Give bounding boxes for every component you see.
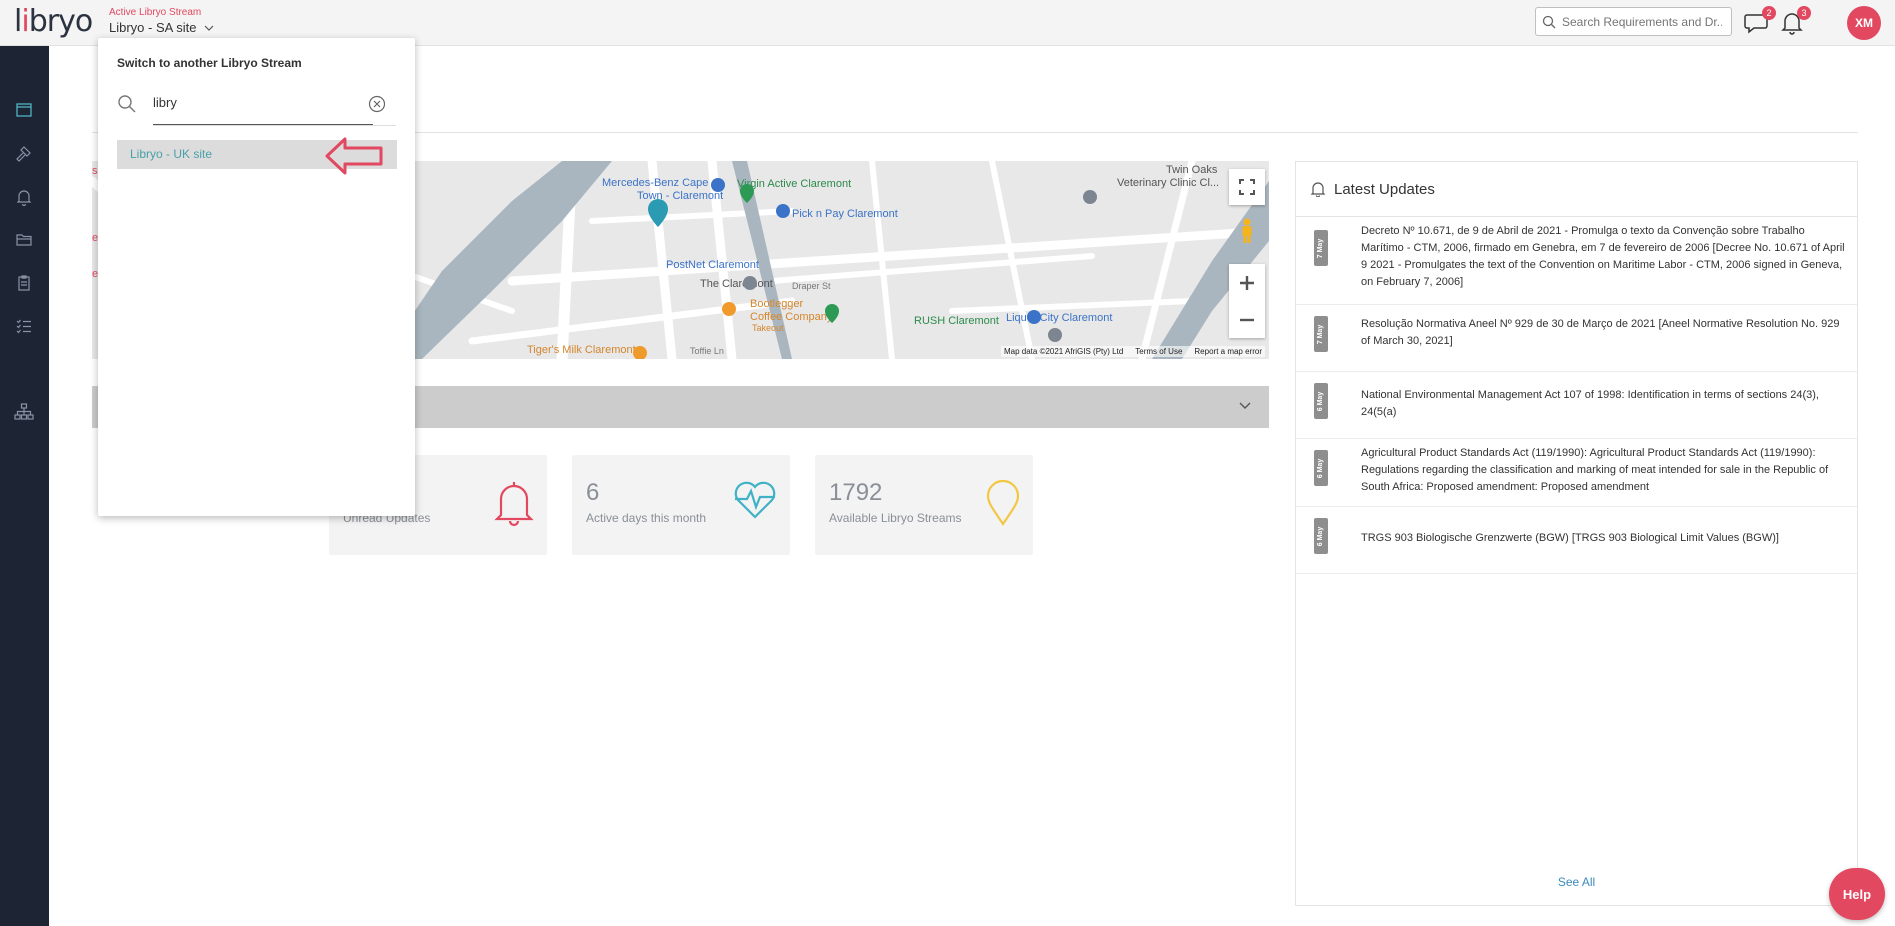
- libryo-logo[interactable]: libryo: [14, 4, 93, 39]
- clipboard-icon: [18, 275, 30, 291]
- plus-icon: [1240, 275, 1254, 290]
- date-text: 6 May: [1317, 391, 1325, 411]
- active-stream-label: Active Libryo Stream: [109, 7, 202, 18]
- map-label-mercedes: Mercedes-Benz Cape: [602, 177, 708, 189]
- update-row[interactable]: 7 May Decreto Nº 10.671, de 9 de Abril d…: [1296, 217, 1857, 305]
- map-label-twinoaks: Twin Oaks: [1166, 164, 1218, 176]
- dashboard-icon: [16, 103, 32, 117]
- map-label-theclaremont: The Claremont: [700, 278, 773, 290]
- date-text: 7 May: [1317, 324, 1325, 344]
- date-text: 7 May: [1317, 238, 1325, 258]
- search-underline: [153, 125, 396, 126]
- sidebar-item-organisation[interactable]: [12, 400, 36, 424]
- stream-selector[interactable]: Libryo - SA site: [109, 20, 214, 35]
- date-text: 6 May: [1317, 458, 1325, 478]
- messages-badge: 2: [1762, 6, 1776, 20]
- zoom-out-button[interactable]: [1239, 301, 1255, 338]
- map-label-bootlegger-2: Coffee Company: [750, 311, 833, 323]
- stat-card-available-streams[interactable]: 1792 Available Libryo Streams: [815, 455, 1033, 555]
- switcher-title: Switch to another Libryo Stream: [117, 56, 302, 70]
- map-label-bootlegger: Bootlegger: [750, 298, 804, 310]
- stat-value: 1792: [829, 479, 883, 506]
- messages-button[interactable]: 2: [1744, 6, 1776, 36]
- latest-updates-header: Latest Updates: [1296, 162, 1857, 217]
- left-sidebar: [0, 46, 49, 926]
- latest-updates-title: Latest Updates: [1334, 180, 1435, 198]
- bell-icon: [1310, 182, 1326, 197]
- map-terms-link[interactable]: Terms of Use: [1135, 347, 1182, 356]
- sidebar-item-assess[interactable]: [12, 271, 36, 295]
- update-row[interactable]: 6 May Agricultural Product Standards Act…: [1296, 439, 1857, 507]
- update-row[interactable]: 7 May Resolução Normativa Aneel Nº 929 d…: [1296, 305, 1857, 372]
- checklist-icon: [16, 319, 31, 334]
- sidebar-item-notifications[interactable]: [12, 185, 36, 209]
- map-label-draperst: Draper St: [792, 281, 831, 291]
- map-label-takeout: Takeout: [752, 323, 784, 333]
- date-badge: 6 May: [1314, 383, 1328, 419]
- date-badge: 6 May: [1314, 450, 1328, 486]
- notifications-badge: 3: [1797, 6, 1811, 20]
- sidebar-item-tasks[interactable]: [12, 314, 36, 338]
- help-button[interactable]: Help: [1829, 868, 1885, 920]
- stat-value: 6: [586, 479, 600, 506]
- update-title[interactable]: National Environmental Management Act 10…: [1361, 387, 1845, 421]
- active-stream-name: Libryo - SA site: [109, 20, 197, 35]
- date-text: 6 May: [1317, 526, 1325, 546]
- date-badge: 7 May: [1314, 316, 1328, 352]
- map-label-rush: RUSH Claremont: [914, 315, 999, 327]
- clear-icon[interactable]: [368, 95, 386, 113]
- global-search-input[interactable]: [1562, 14, 1722, 29]
- chevron-down-icon: [205, 25, 214, 31]
- map-attribution: Map data ©2021 AfriGIS (Pty) Ltd Terms o…: [1000, 346, 1265, 357]
- stream-switcher-popover: Switch to another Libryo Stream Libryo -…: [98, 38, 415, 516]
- map-label-mercedes-2: Town - Claremont: [637, 190, 723, 202]
- chevron-down-icon: [1239, 402, 1251, 409]
- sidebar-item-dashboard[interactable]: [12, 98, 36, 122]
- stat-card-active-days[interactable]: 6 Active days this month: [572, 455, 790, 555]
- date-badge: 6 May: [1314, 518, 1328, 554]
- bell-icon: [494, 482, 534, 527]
- map-label-picknpay: Pick n Pay Claremont: [792, 208, 898, 220]
- map-label-tigers: Tiger's Milk Claremont: [527, 344, 636, 356]
- update-title[interactable]: Decreto Nº 10.671, de 9 de Abril de 2021…: [1361, 223, 1845, 291]
- date-badge: 7 May: [1314, 230, 1328, 266]
- update-row[interactable]: 6 May National Environmental Management …: [1296, 372, 1857, 439]
- sidebar-item-requirements[interactable]: [12, 142, 36, 166]
- stat-label: Available Libryo Streams: [829, 511, 962, 525]
- map-label-virgin: Virgin Active Claremont: [737, 178, 851, 190]
- global-search[interactable]: [1535, 7, 1732, 36]
- map-zoom-controls: [1229, 264, 1265, 338]
- minus-icon: [1240, 318, 1254, 321]
- heartbeat-icon: [734, 481, 776, 519]
- user-avatar[interactable]: XM: [1847, 6, 1881, 40]
- zoom-in-button[interactable]: [1239, 264, 1255, 301]
- search-icon: [1542, 15, 1556, 28]
- update-title[interactable]: Resolução Normativa Aneel Nº 929 de 30 d…: [1361, 316, 1845, 350]
- map-label-postnet: PostNet Claremont: [666, 259, 759, 271]
- notifications-button[interactable]: 3: [1779, 6, 1811, 36]
- map-label-twinoaks-2: Veterinary Clinic Cl...: [1117, 177, 1219, 189]
- map-report-link[interactable]: Report a map error: [1194, 347, 1262, 356]
- folder-icon: [16, 234, 32, 246]
- underlay-fragment: s: [92, 165, 98, 177]
- sidebar-item-drives[interactable]: [12, 228, 36, 252]
- see-all-link[interactable]: See All: [1296, 875, 1857, 889]
- gavel-icon: [16, 146, 31, 162]
- map-label-liquor: Liquor City Claremont: [1006, 312, 1112, 324]
- search-icon: [118, 95, 136, 113]
- update-title[interactable]: TRGS 903 Biologische Grenzwerte (BGW) [T…: [1361, 530, 1845, 547]
- sitemap-icon: [14, 403, 34, 420]
- street-view-button[interactable]: [1229, 191, 1265, 243]
- map-pin-icon: [986, 479, 1020, 526]
- stream-search-input[interactable]: [153, 91, 373, 125]
- bell-icon: [16, 190, 32, 206]
- arrow-left-icon: [325, 137, 383, 175]
- latest-updates-panel: Latest Updates 7 May Decreto Nº 10.671, …: [1295, 161, 1858, 906]
- update-title[interactable]: Agricultural Product Standards Act (119/…: [1361, 445, 1845, 496]
- pegman-icon: [1242, 218, 1252, 243]
- map-label-toffieln: Toffie Ln: [690, 346, 724, 356]
- stat-label: Active days this month: [586, 511, 707, 525]
- update-row[interactable]: 6 May TRGS 903 Biologische Grenzwerte (B…: [1296, 507, 1857, 574]
- map-data-credit: Map data ©2021 AfriGIS (Pty) Ltd: [1003, 347, 1124, 356]
